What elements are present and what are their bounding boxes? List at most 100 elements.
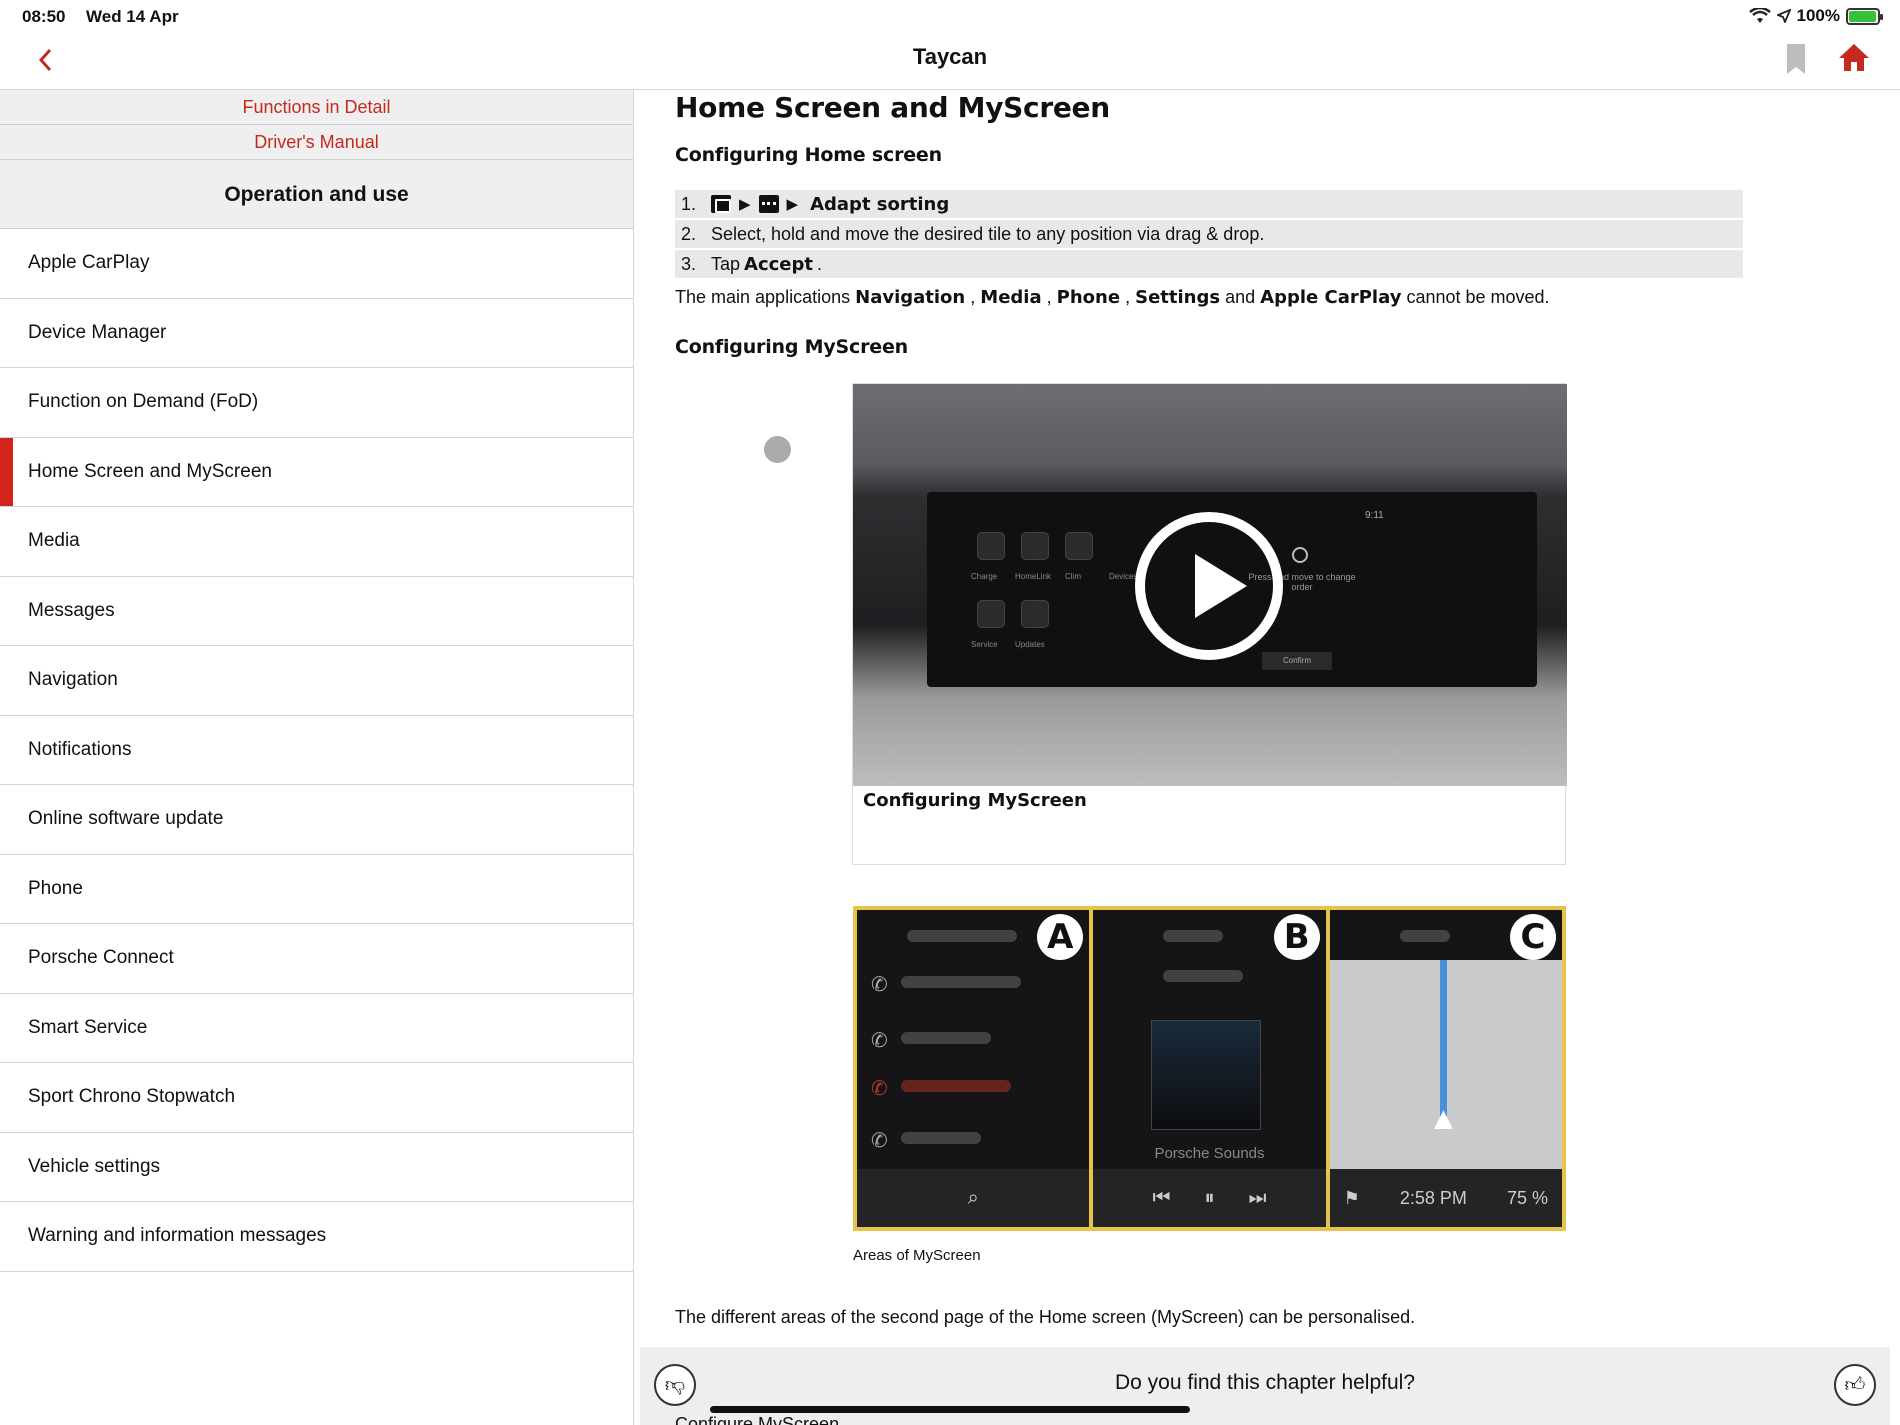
screen-confirm: Confirm — [1262, 652, 1332, 670]
blurred-text — [901, 1132, 981, 1144]
step-text-end: . — [817, 253, 823, 274]
tile-icon — [977, 532, 1005, 560]
step-number: 2. — [681, 223, 697, 244]
blurred-text — [901, 1080, 1011, 1092]
app-name-phone: Phone — [1056, 287, 1121, 308]
bookmark-icon — [1787, 44, 1805, 74]
article-title: Home Screen and MyScreen — [675, 91, 1110, 124]
status-time: 08:50 — [22, 7, 66, 26]
battery-percent: 100% — [1796, 6, 1840, 25]
sidebar: Functions in Detail Driver's Manual Oper… — [0, 90, 634, 1425]
home-icon — [1839, 44, 1869, 71]
play-icon[interactable] — [1135, 512, 1283, 660]
status-bar: 08:50 Wed 14 Apr 100% — [0, 0, 1900, 32]
subheading-configuring-home-screen: Configuring Home screen — [675, 144, 942, 166]
video-caption: Configuring MyScreen — [863, 790, 1087, 811]
arrow-right-icon: ▶ — [786, 196, 799, 213]
note-separator: , — [1125, 287, 1131, 307]
personalisation-note: The different areas of the second page o… — [675, 1307, 1416, 1327]
sidebar-item-online-software-update[interactable]: Online software update — [0, 785, 633, 855]
home-button[interactable] — [1838, 42, 1872, 76]
blurred-text — [907, 930, 1017, 942]
tile-icon — [1021, 600, 1049, 628]
album-art — [1151, 1020, 1262, 1130]
destination-flag-icon: ⚑ — [1343, 1187, 1360, 1208]
steps-list: 1. ▶ ▶ Adapt sorting 2. Select, hold and… — [675, 190, 1743, 280]
nav-arrow-icon: ▲ — [1427, 1100, 1460, 1136]
note-text: cannot be moved. — [1406, 287, 1550, 307]
sidebar-item-media[interactable]: Media — [0, 507, 633, 577]
status-date: Wed 14 Apr — [86, 7, 179, 26]
feedback-question: Do you find this chapter helpful? — [1114, 1371, 1416, 1394]
sidebar-item-navigation[interactable]: Navigation — [0, 646, 633, 716]
sidebar-item-vehicle-settings[interactable]: Vehicle settings — [0, 1133, 633, 1202]
area-b-media-panel: B Porsche Sounds ⏮ ⏸ ⏭ — [1093, 910, 1330, 1227]
info-icon — [1292, 547, 1308, 563]
tile-icon — [977, 600, 1005, 628]
thumbs-up-button[interactable]: 👍︎ — [1834, 1364, 1876, 1406]
tile-label: Updates — [1015, 640, 1045, 649]
media-controls: ⏮ ⏸ ⏭ — [1093, 1169, 1326, 1227]
area-c-navigation-panel: C ▲ ⚑ 2:58 PM 75 % — [1329, 910, 1562, 1227]
tile-label: Service — [971, 640, 998, 649]
sidebar-item-smart-service[interactable]: Smart Service — [0, 994, 633, 1063]
video-player[interactable]: Charge HomeLink Clim Devices Service Upd… — [853, 384, 1567, 786]
media-indicator-dot — [764, 436, 791, 463]
sidebar-item-device-manager[interactable]: Device Manager — [0, 299, 633, 368]
tile-label: HomeLink — [1015, 572, 1052, 581]
sidebar-item-sport-chrono-stopwatch[interactable]: Sport Chrono Stopwatch — [0, 1063, 633, 1133]
step-action: Accept — [744, 253, 813, 275]
area-a-phone-panel: A ✆ ✆ ✆ ✆ ⌕ — [857, 910, 1094, 1227]
step-2: 2. Select, hold and move the desired til… — [675, 220, 1743, 248]
bookmark-button[interactable] — [1786, 43, 1812, 77]
breadcrumb-drivers-manual[interactable]: Driver's Manual — [0, 125, 633, 160]
skip-forward-icon: ⏭ — [1248, 1186, 1267, 1209]
sidebar-item-function-on-demand[interactable]: Function on Demand (FoD) — [0, 368, 633, 438]
wifi-icon — [1748, 8, 1771, 23]
sidebar-item-notifications[interactable]: Notifications — [0, 716, 633, 785]
sidebar-item-messages[interactable]: Messages — [0, 577, 633, 646]
pause-icon: ⏸ — [1204, 1186, 1215, 1209]
note-separator: , — [970, 287, 976, 307]
sidebar-section-title: Operation and use — [0, 160, 633, 229]
app-name-navigation: Navigation — [855, 287, 966, 308]
phone-icon: ✆ — [871, 1130, 888, 1152]
nav-battery-level: 75 % — [1506, 1187, 1548, 1208]
route-line — [1439, 960, 1447, 1120]
missed-call-icon: ✆ — [871, 1078, 888, 1100]
blurred-text — [1399, 930, 1450, 942]
step-text: Select, hold and move the desired tile t… — [711, 223, 1265, 244]
status-indicators: 100% — [1748, 6, 1883, 26]
note-text: The main applications — [675, 287, 851, 307]
area-badge-c: C — [1509, 914, 1556, 960]
battery-icon — [1846, 7, 1883, 25]
nav-bar: Taycan — [0, 32, 1900, 90]
nav-panel-footer: ⚑ 2:58 PM 75 % — [1329, 1169, 1562, 1227]
areas-caption: Areas of MyScreen — [853, 1247, 981, 1264]
video-card: Charge HomeLink Clim Devices Service Upd… — [852, 383, 1567, 865]
scroll-indicator[interactable] — [710, 1406, 1190, 1413]
sidebar-item-apple-carplay[interactable]: Apple CarPlay — [0, 229, 633, 299]
thumbs-up-icon: 👍︎ — [1844, 1374, 1866, 1396]
area-badge-a: A — [1037, 914, 1084, 960]
sidebar-item-home-screen-and-myscreen[interactable]: Home Screen and MyScreen — [0, 437, 633, 507]
app-name-media: Media — [980, 287, 1042, 308]
search-icon: ⌕ — [967, 1186, 979, 1209]
page-title: Taycan — [912, 44, 988, 69]
sidebar-item-porsche-connect[interactable]: Porsche Connect — [0, 924, 633, 994]
sidebar-item-warning-messages[interactable]: Warning and information messages — [0, 1202, 633, 1272]
more-options-icon — [758, 195, 779, 213]
step-3: 3. Tap Accept . — [675, 250, 1743, 278]
map-view: ▲ — [1329, 960, 1562, 1169]
sidebar-item-phone[interactable]: Phone — [0, 855, 633, 924]
step-number: 1. — [681, 193, 697, 214]
article-content: Home Screen and MyScreen Configuring Hom… — [635, 91, 1900, 1425]
note-and: and — [1225, 287, 1256, 307]
app-name-apple-carplay: Apple CarPlay — [1260, 287, 1402, 308]
step-text: Tap — [711, 253, 741, 274]
subheading-configuring-myscreen: Configuring MyScreen — [675, 336, 908, 358]
breadcrumb-functions-in-detail[interactable]: Functions in Detail — [0, 90, 633, 125]
step-number: 3. — [681, 253, 697, 274]
skip-back-icon: ⏮ — [1152, 1186, 1171, 1209]
arrow-right-icon: ▶ — [739, 196, 751, 213]
